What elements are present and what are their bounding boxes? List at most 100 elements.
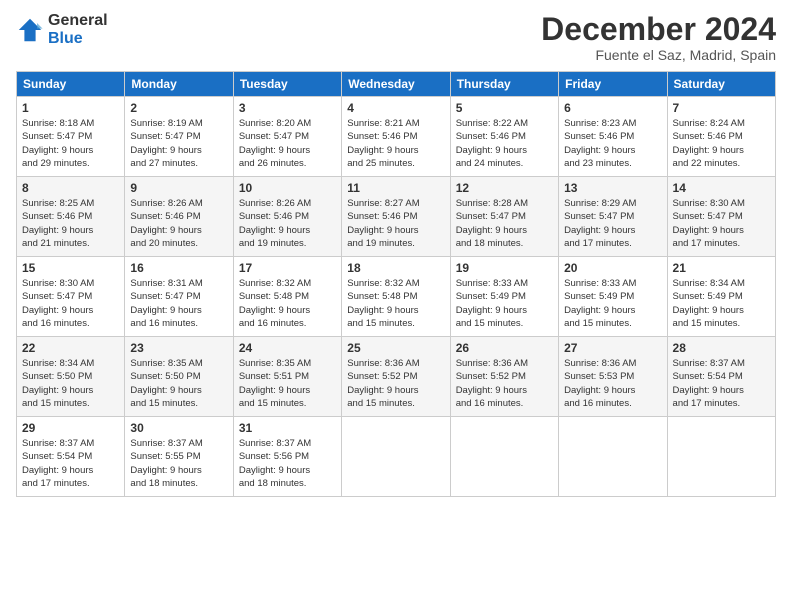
day-number: 31 [239, 421, 336, 435]
logo-icon [16, 16, 44, 44]
day-number: 18 [347, 261, 444, 275]
day-info: Sunrise: 8:37 AM Sunset: 5:55 PM Dayligh… [130, 437, 227, 490]
week-row-4: 22Sunrise: 8:34 AM Sunset: 5:50 PM Dayli… [17, 337, 776, 417]
day-cell-7: 7 Sunrise: 8:24 AM Sunset: 5:46 PM Daylig… [667, 97, 775, 177]
day-number: 5 [456, 101, 553, 115]
day-number: 14 [673, 181, 770, 195]
day-info: Sunrise: 8:26 AM Sunset: 5:46 PM Dayligh… [130, 197, 227, 250]
week-row-1: 1Sunrise: 8:18 AM Sunset: 5:47 PM Daylig… [17, 97, 776, 177]
column-header-wednesday: Wednesday [342, 72, 450, 97]
day-number: 16 [130, 261, 227, 275]
day-cell-20: 20 Sunrise: 8:33 AM Sunset: 5:49 PM Dayli… [559, 257, 667, 337]
day-info: Sunrise: 8:24 AM Sunset: 5:46 PM Dayligh… [673, 117, 770, 170]
day-cell-16: 16 Sunrise: 8:31 AM Sunset: 5:47 PM Dayli… [125, 257, 233, 337]
month-title: December 2024 [541, 12, 776, 47]
day-number: 11 [347, 181, 444, 195]
day-info: Sunrise: 8:37 AM Sunset: 5:56 PM Dayligh… [239, 437, 336, 490]
day-info: Sunrise: 8:37 AM Sunset: 5:54 PM Dayligh… [22, 437, 119, 490]
day-info: Sunrise: 8:37 AM Sunset: 5:54 PM Dayligh… [673, 357, 770, 410]
day-cell-13: 13 Sunrise: 8:29 AM Sunset: 5:47 PM Dayli… [559, 177, 667, 257]
header: General Blue December 2024 Fuente el Saz… [16, 12, 776, 63]
day-cell-3: 3 Sunrise: 8:20 AM Sunset: 5:47 PM Daylig… [233, 97, 341, 177]
day-cell-17: 17 Sunrise: 8:32 AM Sunset: 5:48 PM Dayli… [233, 257, 341, 337]
day-cell-12: 12 Sunrise: 8:28 AM Sunset: 5:47 PM Dayli… [450, 177, 558, 257]
day-number: 21 [673, 261, 770, 275]
day-info: Sunrise: 8:33 AM Sunset: 5:49 PM Dayligh… [456, 277, 553, 330]
day-number: 4 [347, 101, 444, 115]
day-number: 17 [239, 261, 336, 275]
column-header-friday: Friday [559, 72, 667, 97]
day-info: Sunrise: 8:36 AM Sunset: 5:52 PM Dayligh… [456, 357, 553, 410]
day-number: 23 [130, 341, 227, 355]
day-info: Sunrise: 8:33 AM Sunset: 5:49 PM Dayligh… [564, 277, 661, 330]
column-header-monday: Monday [125, 72, 233, 97]
day-info: Sunrise: 8:19 AM Sunset: 5:47 PM Dayligh… [130, 117, 227, 170]
day-info: Sunrise: 8:26 AM Sunset: 5:46 PM Dayligh… [239, 197, 336, 250]
day-number: 19 [456, 261, 553, 275]
day-number: 6 [564, 101, 661, 115]
empty-cell [559, 417, 667, 497]
day-number: 24 [239, 341, 336, 355]
day-number: 9 [130, 181, 227, 195]
day-number: 2 [130, 101, 227, 115]
week-row-5: 29 Sunrise: 8:37 AM Sunset: 5:54 PM Dayli… [17, 417, 776, 497]
day-number: 28 [673, 341, 770, 355]
day-cell-10: 10 Sunrise: 8:26 AM Sunset: 5:46 PM Dayli… [233, 177, 341, 257]
day-number: 8 [22, 181, 119, 195]
logo-text: General Blue [48, 12, 108, 47]
column-header-thursday: Thursday [450, 72, 558, 97]
day-cell-25: 25 Sunrise: 8:36 AM Sunset: 5:52 PM Dayli… [342, 337, 450, 417]
day-cell-18: 18 Sunrise: 8:32 AM Sunset: 5:48 PM Dayli… [342, 257, 450, 337]
column-header-saturday: Saturday [667, 72, 775, 97]
day-info: Sunrise: 8:31 AM Sunset: 5:47 PM Dayligh… [130, 277, 227, 330]
day-number: 25 [347, 341, 444, 355]
day-info: Sunrise: 8:36 AM Sunset: 5:53 PM Dayligh… [564, 357, 661, 410]
calendar: SundayMondayTuesdayWednesdayThursdayFrid… [16, 71, 776, 497]
day-info: Sunrise: 8:30 AM Sunset: 5:47 PM Dayligh… [22, 277, 119, 330]
day-number: 3 [239, 101, 336, 115]
column-header-tuesday: Tuesday [233, 72, 341, 97]
page: General Blue December 2024 Fuente el Saz… [0, 0, 792, 612]
day-info: Sunrise: 8:34 AM Sunset: 5:49 PM Dayligh… [673, 277, 770, 330]
day-number: 12 [456, 181, 553, 195]
day-cell-26: 26Sunrise: 8:36 AM Sunset: 5:52 PM Dayli… [450, 337, 558, 417]
day-info: Sunrise: 8:23 AM Sunset: 5:46 PM Dayligh… [564, 117, 661, 170]
day-cell-14: 14Sunrise: 8:30 AM Sunset: 5:47 PM Dayli… [667, 177, 775, 257]
day-info: Sunrise: 8:29 AM Sunset: 5:47 PM Dayligh… [564, 197, 661, 250]
day-info: Sunrise: 8:32 AM Sunset: 5:48 PM Dayligh… [239, 277, 336, 330]
day-cell-2: 2 Sunrise: 8:19 AM Sunset: 5:47 PM Daylig… [125, 97, 233, 177]
week-row-2: 8 Sunrise: 8:25 AM Sunset: 5:46 PM Daylig… [17, 177, 776, 257]
title-area: December 2024 Fuente el Saz, Madrid, Spa… [541, 12, 776, 63]
day-cell-15: 15Sunrise: 8:30 AM Sunset: 5:47 PM Dayli… [17, 257, 125, 337]
day-cell-4: 4 Sunrise: 8:21 AM Sunset: 5:46 PM Daylig… [342, 97, 450, 177]
day-cell-28: 28 Sunrise: 8:37 AM Sunset: 5:54 PM Dayli… [667, 337, 775, 417]
day-number: 10 [239, 181, 336, 195]
day-info: Sunrise: 8:28 AM Sunset: 5:47 PM Dayligh… [456, 197, 553, 250]
day-cell-5: 5Sunrise: 8:22 AM Sunset: 5:46 PM Daylig… [450, 97, 558, 177]
day-cell-23: 23 Sunrise: 8:35 AM Sunset: 5:50 PM Dayli… [125, 337, 233, 417]
day-info: Sunrise: 8:20 AM Sunset: 5:47 PM Dayligh… [239, 117, 336, 170]
day-info: Sunrise: 8:27 AM Sunset: 5:46 PM Dayligh… [347, 197, 444, 250]
day-cell-29: 29 Sunrise: 8:37 AM Sunset: 5:54 PM Dayli… [17, 417, 125, 497]
header-row: SundayMondayTuesdayWednesdayThursdayFrid… [17, 72, 776, 97]
day-info: Sunrise: 8:36 AM Sunset: 5:52 PM Dayligh… [347, 357, 444, 410]
logo: General Blue [16, 12, 108, 47]
day-number: 13 [564, 181, 661, 195]
location: Fuente el Saz, Madrid, Spain [541, 47, 776, 63]
day-number: 20 [564, 261, 661, 275]
day-cell-21: 21 Sunrise: 8:34 AM Sunset: 5:49 PM Dayli… [667, 257, 775, 337]
day-cell-8: 8 Sunrise: 8:25 AM Sunset: 5:46 PM Daylig… [17, 177, 125, 257]
day-number: 7 [673, 101, 770, 115]
day-cell-24: 24 Sunrise: 8:35 AM Sunset: 5:51 PM Dayli… [233, 337, 341, 417]
day-info: Sunrise: 8:35 AM Sunset: 5:51 PM Dayligh… [239, 357, 336, 410]
day-info: Sunrise: 8:32 AM Sunset: 5:48 PM Dayligh… [347, 277, 444, 330]
day-info: Sunrise: 8:18 AM Sunset: 5:47 PM Dayligh… [22, 117, 119, 170]
day-info: Sunrise: 8:21 AM Sunset: 5:46 PM Dayligh… [347, 117, 444, 170]
day-number: 29 [22, 421, 119, 435]
empty-cell [667, 417, 775, 497]
day-cell-11: 11 Sunrise: 8:27 AM Sunset: 5:46 PM Dayli… [342, 177, 450, 257]
day-info: Sunrise: 8:35 AM Sunset: 5:50 PM Dayligh… [130, 357, 227, 410]
day-info: Sunrise: 8:25 AM Sunset: 5:46 PM Dayligh… [22, 197, 119, 250]
day-cell-27: 27Sunrise: 8:36 AM Sunset: 5:53 PM Dayli… [559, 337, 667, 417]
day-number: 30 [130, 421, 227, 435]
